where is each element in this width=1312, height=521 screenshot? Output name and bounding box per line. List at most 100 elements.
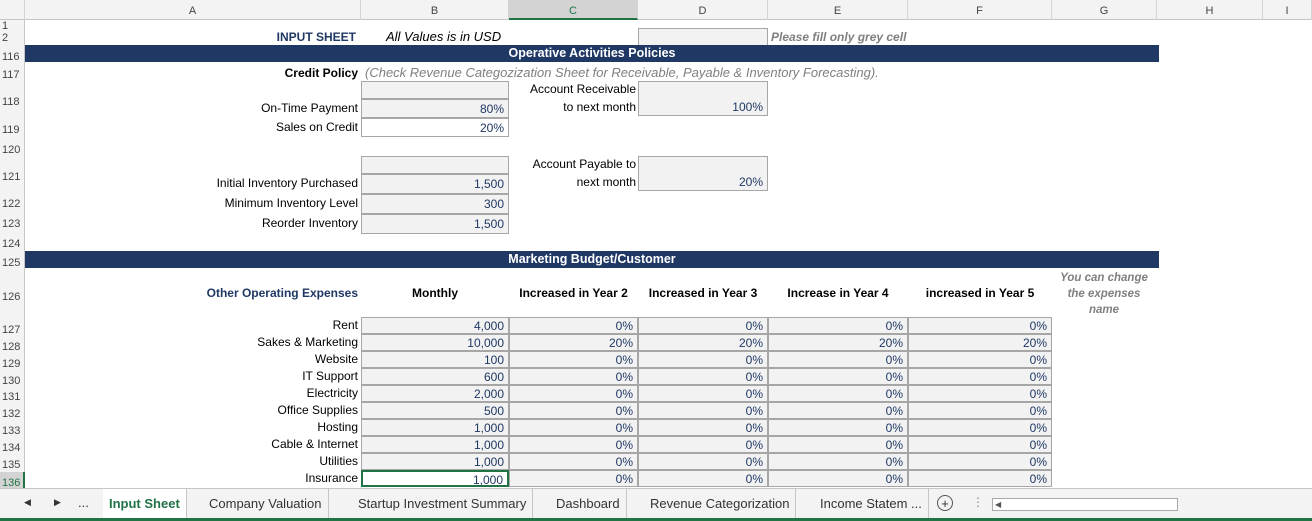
expense-monthly-input[interactable]: 2,000 [361, 385, 509, 402]
expense-monthly-input[interactable]: 1,000 [361, 436, 509, 453]
expense-y5-input[interactable]: 20% [908, 334, 1052, 351]
expense-y4-input[interactable]: 0% [768, 419, 908, 436]
expense-y4-input[interactable]: 0% [768, 385, 908, 402]
expense-y2-input[interactable]: 0% [509, 453, 638, 470]
inventory-value-input[interactable]: 1,500 [361, 174, 509, 194]
row-header-118[interactable]: 118 [0, 82, 25, 118]
expense-y5-input[interactable]: 0% [908, 317, 1052, 334]
tab-next-icon[interactable]: ▶ [54, 497, 61, 508]
row-header-129[interactable]: 129 [0, 354, 25, 371]
row-header-123[interactable]: 123 [0, 212, 25, 232]
expense-y4-input[interactable]: 0% [768, 351, 908, 368]
expense-y3-input[interactable]: 0% [638, 436, 768, 453]
tab-revenue-categorization[interactable]: Revenue Categorization [644, 489, 797, 518]
expense-monthly-input[interactable]: 4,000 [361, 317, 509, 334]
policy-value-input[interactable]: 80% [361, 99, 509, 118]
row-header-131[interactable]: 131 [0, 387, 25, 404]
column-header-f[interactable]: F [908, 0, 1052, 20]
add-sheet-icon[interactable]: + [937, 495, 953, 511]
expense-y2-input[interactable]: 0% [509, 470, 638, 487]
inventory-value-input[interactable]: 300 [361, 194, 509, 214]
expense-y2-input[interactable]: 0% [509, 368, 638, 385]
select-all-corner[interactable] [0, 0, 25, 20]
expense-y4-input[interactable]: 0% [768, 470, 908, 487]
row-header-2[interactable]: 2 [0, 28, 25, 45]
expense-y4-input[interactable]: 0% [768, 453, 908, 470]
expense-y4-input[interactable]: 0% [768, 402, 908, 419]
policy-value-input[interactable]: 20% [361, 118, 509, 137]
row-header-134[interactable]: 134 [0, 438, 25, 455]
payable-input[interactable]: 20% [638, 156, 768, 191]
tab-split-handle[interactable]: ⋮ [972, 495, 984, 509]
expense-y2-input[interactable]: 0% [509, 402, 638, 419]
tab-input-sheet[interactable]: Input Sheet [103, 489, 187, 521]
expense-y3-input[interactable]: 0% [638, 470, 768, 487]
expense-y3-input[interactable]: 0% [638, 385, 768, 402]
column-header-b[interactable]: B [361, 0, 509, 20]
expense-y2-input[interactable]: 0% [509, 317, 638, 334]
inventory-blank-cell[interactable] [361, 156, 509, 174]
row-header-130[interactable]: 130 [0, 371, 25, 387]
expense-y5-input[interactable]: 0% [908, 453, 1052, 470]
column-header-a[interactable]: A [25, 0, 361, 20]
tab-dashboard[interactable]: Dashboard [550, 489, 627, 518]
tab-income-statem[interactable]: Income Statem ... [814, 489, 929, 518]
horizontal-scrollbar[interactable]: ◀ [992, 498, 1178, 511]
expense-y4-input[interactable]: 20% [768, 334, 908, 351]
expense-monthly-input[interactable]: 1,000 [361, 470, 509, 487]
expense-y5-input[interactable]: 0% [908, 436, 1052, 453]
row-header-117[interactable]: 117 [0, 65, 25, 82]
expense-y2-input[interactable]: 20% [509, 334, 638, 351]
expense-y2-input[interactable]: 0% [509, 436, 638, 453]
expense-monthly-input[interactable]: 600 [361, 368, 509, 385]
expense-y5-input[interactable]: 0% [908, 385, 1052, 402]
row-header-127[interactable]: 127 [0, 320, 25, 337]
row-header-116[interactable]: 116 [0, 45, 25, 65]
column-header-d[interactable]: D [638, 0, 768, 20]
row-header-132[interactable]: 132 [0, 404, 25, 421]
column-header-g[interactable]: G [1052, 0, 1157, 20]
expense-y3-input[interactable]: 0% [638, 317, 768, 334]
tab-company-valuation[interactable]: Company Valuation [203, 489, 329, 518]
expense-monthly-input[interactable]: 500 [361, 402, 509, 419]
receivable-input[interactable]: 100% [638, 81, 768, 116]
expense-y5-input[interactable]: 0% [908, 402, 1052, 419]
expense-y5-input[interactable]: 0% [908, 351, 1052, 368]
row-header-126[interactable]: 126 [0, 270, 25, 320]
row-header-1[interactable]: 1 [0, 20, 25, 32]
expense-y3-input[interactable]: 20% [638, 334, 768, 351]
expense-y5-input[interactable]: 0% [908, 470, 1052, 487]
expense-y4-input[interactable]: 0% [768, 317, 908, 334]
scroll-left-icon[interactable]: ◀ [995, 500, 1001, 509]
column-header-c[interactable]: C [509, 0, 638, 20]
row-header-120[interactable]: 120 [0, 138, 25, 158]
row-header-122[interactable]: 122 [0, 192, 25, 212]
row-header-121[interactable]: 121 [0, 158, 25, 192]
row-header-119[interactable]: 119 [0, 118, 25, 138]
row-header-135[interactable]: 135 [0, 455, 25, 472]
expense-y4-input[interactable]: 0% [768, 368, 908, 385]
column-header-h[interactable]: H [1157, 0, 1263, 20]
row-header-124[interactable]: 124 [0, 232, 25, 252]
expense-y2-input[interactable]: 0% [509, 419, 638, 436]
expense-y5-input[interactable]: 0% [908, 368, 1052, 385]
expense-y3-input[interactable]: 0% [638, 368, 768, 385]
tab-prev-icon[interactable]: ◀ [24, 497, 31, 508]
expense-y5-input[interactable]: 0% [908, 419, 1052, 436]
row-header-133[interactable]: 133 [0, 421, 25, 438]
expense-monthly-input[interactable]: 1,000 [361, 419, 509, 436]
tab-more-button[interactable]: ... [78, 495, 89, 510]
expense-y3-input[interactable]: 0% [638, 351, 768, 368]
column-header-e[interactable]: E [768, 0, 908, 20]
inventory-value-input[interactable]: 1,500 [361, 214, 509, 234]
policy-blank-cell[interactable] [361, 81, 509, 99]
expense-monthly-input[interactable]: 100 [361, 351, 509, 368]
expense-y2-input[interactable]: 0% [509, 385, 638, 402]
expense-y4-input[interactable]: 0% [768, 436, 908, 453]
row-header-125[interactable]: 125 [0, 252, 25, 270]
column-header-i[interactable]: I [1263, 0, 1312, 20]
expense-monthly-input[interactable]: 10,000 [361, 334, 509, 351]
expense-y3-input[interactable]: 0% [638, 402, 768, 419]
expense-y3-input[interactable]: 0% [638, 419, 768, 436]
tab-startup-investment-summary[interactable]: Startup Investment Summary [352, 489, 534, 518]
